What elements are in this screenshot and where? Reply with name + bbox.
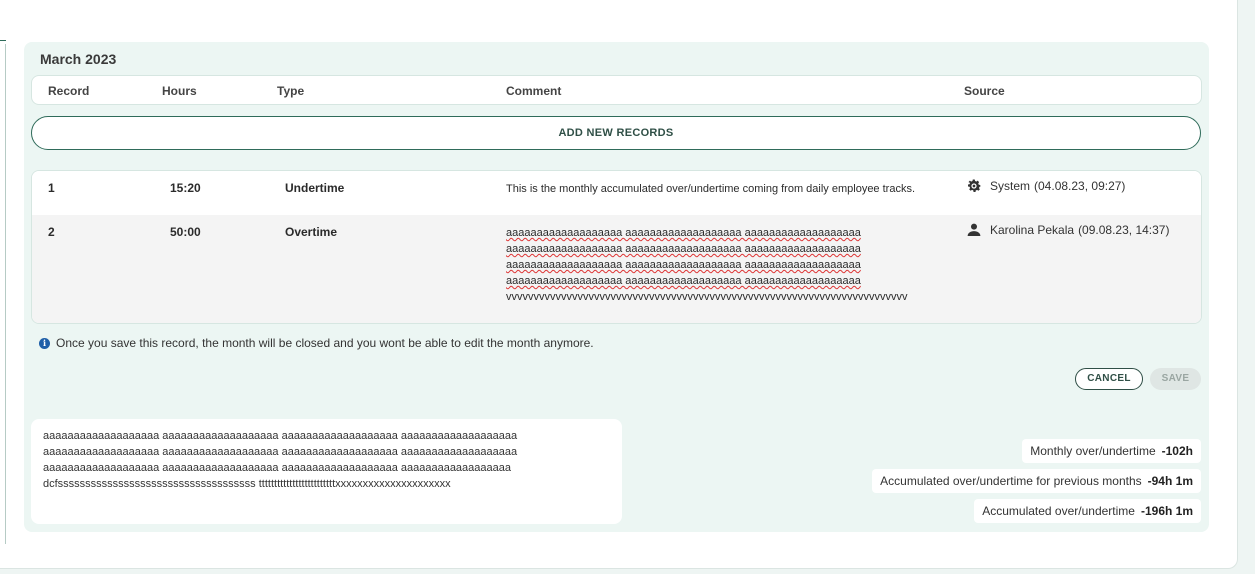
record-comment: aaaaaaaaaaaaaaaaaaa aaaaaaaaaaaaaaaaaaa … bbox=[506, 225, 961, 305]
record-source: Karolina Pekala (09.08.23, 14:37) bbox=[965, 221, 1169, 239]
previous-months-label: Accumulated over/undertime for previous … bbox=[880, 474, 1142, 488]
save-warning: i Once you save this record, the month w… bbox=[39, 336, 594, 350]
records-table: 1 15:20 Undertime This is the monthly ac… bbox=[31, 170, 1202, 324]
comment-line: aaaaaaaaaaaaaaaaaaa aaaaaaaaaaaaaaaaaaa … bbox=[506, 227, 861, 239]
record-type: Undertime bbox=[285, 181, 345, 195]
monthly-summary-value: -102h bbox=[1161, 444, 1193, 458]
record-comment: This is the monthly accumulated over/und… bbox=[506, 183, 916, 195]
gear-icon bbox=[965, 177, 983, 195]
accumulated-summary-value: -196h 1m bbox=[1140, 504, 1193, 518]
note-line: aaaaaaaaaaaaaaaaaaa aaaaaaaaaaaaaaaaaaa … bbox=[43, 462, 511, 474]
save-warning-text: Once you save this record, the month wil… bbox=[56, 336, 594, 350]
source-name: Karolina Pekala bbox=[990, 223, 1075, 237]
record-hours: 50:00 bbox=[170, 225, 201, 239]
record-number: 2 bbox=[48, 225, 55, 239]
add-new-records-button[interactable]: ADD NEW RECORDS bbox=[31, 116, 1201, 150]
comment-line: aaaaaaaaaaaaaaaaaaa aaaaaaaaaaaaaaaaaaa … bbox=[506, 275, 861, 287]
note-line: aaaaaaaaaaaaaaaaaaa aaaaaaaaaaaaaaaaaaa … bbox=[43, 446, 518, 458]
table-row[interactable]: 2 50:00 Overtime aaaaaaaaaaaaaaaaaaa aaa… bbox=[32, 215, 1201, 323]
previous-months-summary: Accumulated over/undertime for previous … bbox=[872, 469, 1201, 493]
record-number: 1 bbox=[48, 181, 55, 195]
left-border bbox=[5, 44, 6, 544]
column-header-type: Type bbox=[277, 84, 305, 98]
monthly-summary: Monthly over/undertime -102h bbox=[1022, 439, 1201, 463]
column-header-source: Source bbox=[964, 84, 1005, 98]
previous-months-value: -94h 1m bbox=[1147, 474, 1193, 488]
left-accent-line bbox=[0, 40, 6, 41]
month-title: March 2023 bbox=[40, 51, 117, 67]
source-name: System bbox=[990, 179, 1031, 193]
save-button[interactable]: SAVE bbox=[1150, 368, 1201, 390]
accumulated-summary-label: Accumulated over/undertime bbox=[982, 504, 1135, 518]
source-time: (04.08.23, 09:27) bbox=[1034, 179, 1126, 193]
record-source: System (04.08.23, 09:27) bbox=[965, 177, 1125, 195]
column-header-hours: Hours bbox=[162, 84, 197, 98]
comment-line: vvvvvvvvvvvvvvvvvvvvvvvvvvvvvvvvvvvvvvvv… bbox=[506, 291, 908, 303]
column-header-record: Record bbox=[48, 84, 90, 98]
note-textarea[interactable]: aaaaaaaaaaaaaaaaaaa aaaaaaaaaaaaaaaaaaa … bbox=[31, 419, 622, 524]
cancel-button[interactable]: CANCEL bbox=[1075, 368, 1143, 390]
record-hours: 15:20 bbox=[170, 181, 201, 195]
user-icon bbox=[965, 221, 983, 239]
note-line: aaaaaaaaaaaaaaaaaaa aaaaaaaaaaaaaaaaaaa … bbox=[43, 430, 518, 442]
note-line: dcfssssssssssssssssssssssssssssssssssss … bbox=[43, 478, 451, 490]
source-time: (09.08.23, 14:37) bbox=[1078, 223, 1170, 237]
info-icon: i bbox=[39, 337, 50, 349]
monthly-summary-label: Monthly over/undertime bbox=[1030, 444, 1156, 458]
column-header-comment: Comment bbox=[506, 84, 562, 98]
record-type: Overtime bbox=[285, 225, 338, 239]
records-header: Record Hours Type Comment Source bbox=[31, 75, 1202, 105]
accumulated-summary: Accumulated over/undertime -196h 1m bbox=[974, 499, 1201, 523]
table-row[interactable]: 1 15:20 Undertime This is the monthly ac… bbox=[32, 171, 1201, 215]
comment-line: aaaaaaaaaaaaaaaaaaa aaaaaaaaaaaaaaaaaaa … bbox=[506, 243, 861, 255]
comment-line: aaaaaaaaaaaaaaaaaaa aaaaaaaaaaaaaaaaaaa … bbox=[506, 259, 861, 271]
